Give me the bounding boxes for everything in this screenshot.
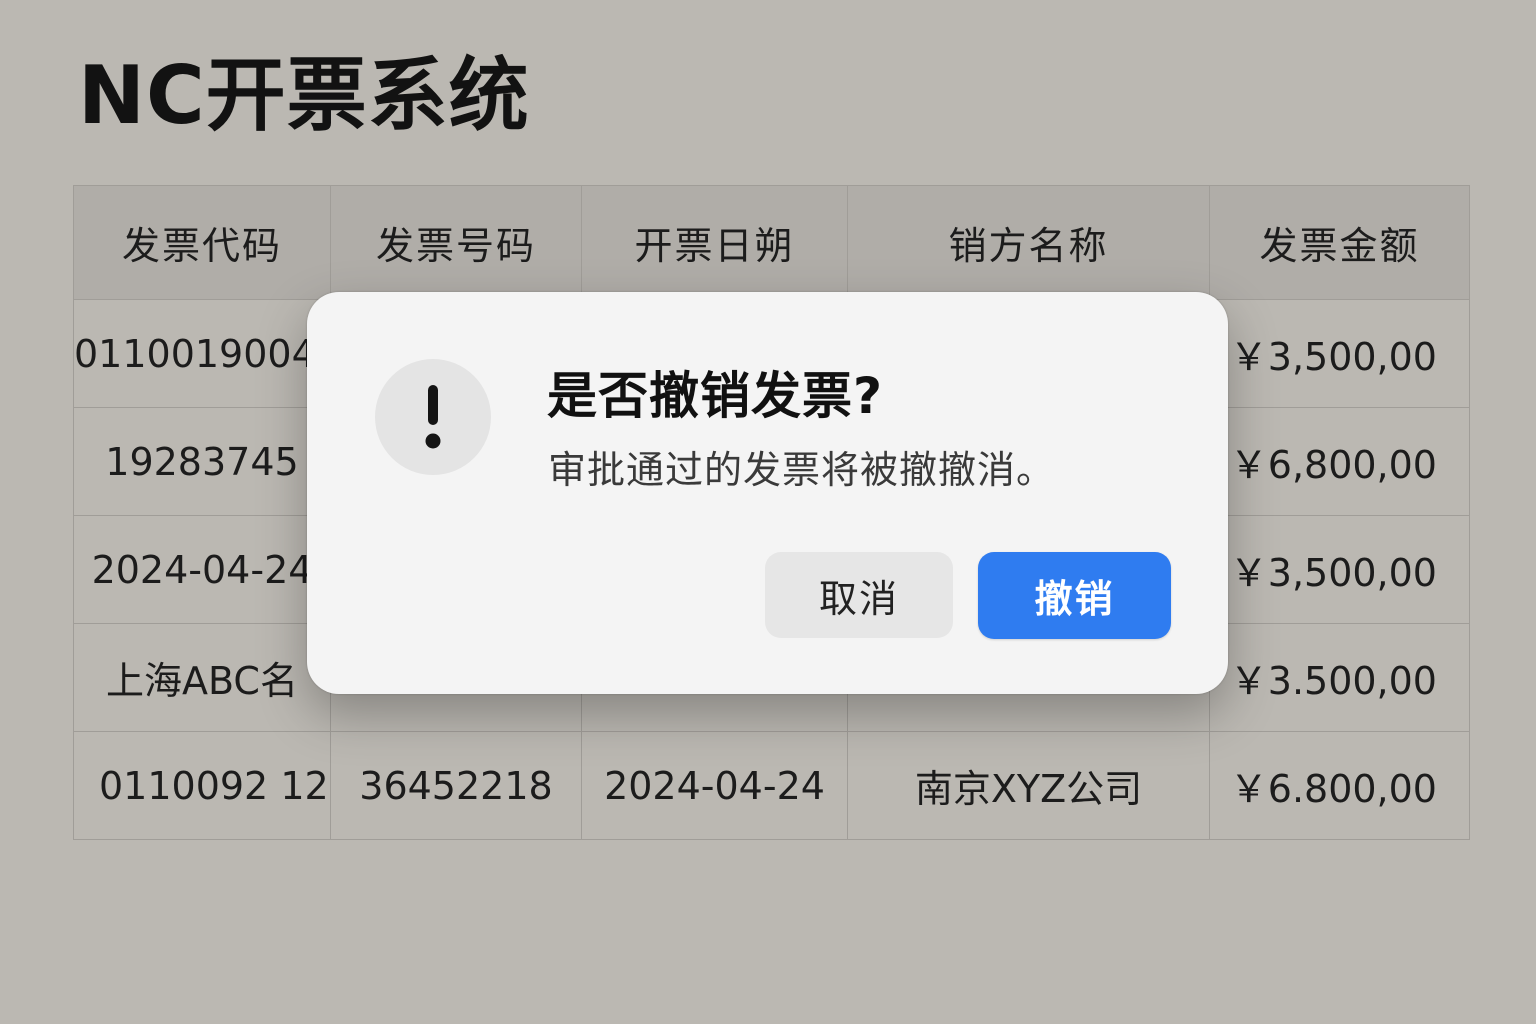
table-header-row: 发票代码 发票号码 开票日朔 销方名称 发票金额 (73, 185, 1470, 300)
cell-invoice-amount: ￥3,500,00 (1209, 299, 1470, 408)
cell-invoice-amount: ￥6.800,00 (1209, 731, 1470, 840)
cell-invoice-code: 0110092 12 (73, 731, 331, 840)
cell-invoice-amount: ￥3,500,00 (1209, 515, 1470, 624)
cell-invoice-number: 36452218 (330, 731, 582, 840)
cell-invoice-code: 上海ABC名 (73, 623, 331, 732)
exclamation-icon (375, 359, 491, 475)
cell-invoice-code: 2024-04-24 (73, 515, 331, 624)
column-header-invoice-date[interactable]: 开票日朔 (581, 185, 848, 300)
column-header-seller-name[interactable]: 销方名称 (847, 185, 1210, 300)
column-header-invoice-code[interactable]: 发票代码 (73, 185, 331, 300)
revoke-invoice-dialog: 是否撤销发票? 审批通过的发票将被撤撤消。 取消 撤销 (307, 292, 1228, 694)
dialog-title: 是否撤销发票? (547, 367, 884, 425)
cell-invoice-code: 01100190041 (73, 299, 331, 408)
cell-seller-name: 南京XYZ公司 (847, 731, 1210, 840)
cell-invoice-amount: ￥6,800,00 (1209, 407, 1470, 516)
revoke-button[interactable]: 撤销 (978, 552, 1171, 639)
page-title: NC开票系统 (78, 49, 530, 142)
cell-invoice-amount: ￥3.500,00 (1209, 623, 1470, 732)
cancel-button[interactable]: 取消 (765, 552, 953, 638)
column-header-invoice-amount[interactable]: 发票金额 (1209, 185, 1470, 300)
column-header-invoice-number[interactable]: 发票号码 (330, 185, 582, 300)
cell-invoice-date: 2024-04-24 (581, 731, 848, 840)
cell-invoice-code: 19283745 (73, 407, 331, 516)
table-row[interactable]: 0110092 12 36452218 2024-04-24 南京XYZ公司 ￥… (73, 731, 1470, 840)
dialog-message: 审批通过的发票将被撤撤消。 (548, 448, 1056, 492)
